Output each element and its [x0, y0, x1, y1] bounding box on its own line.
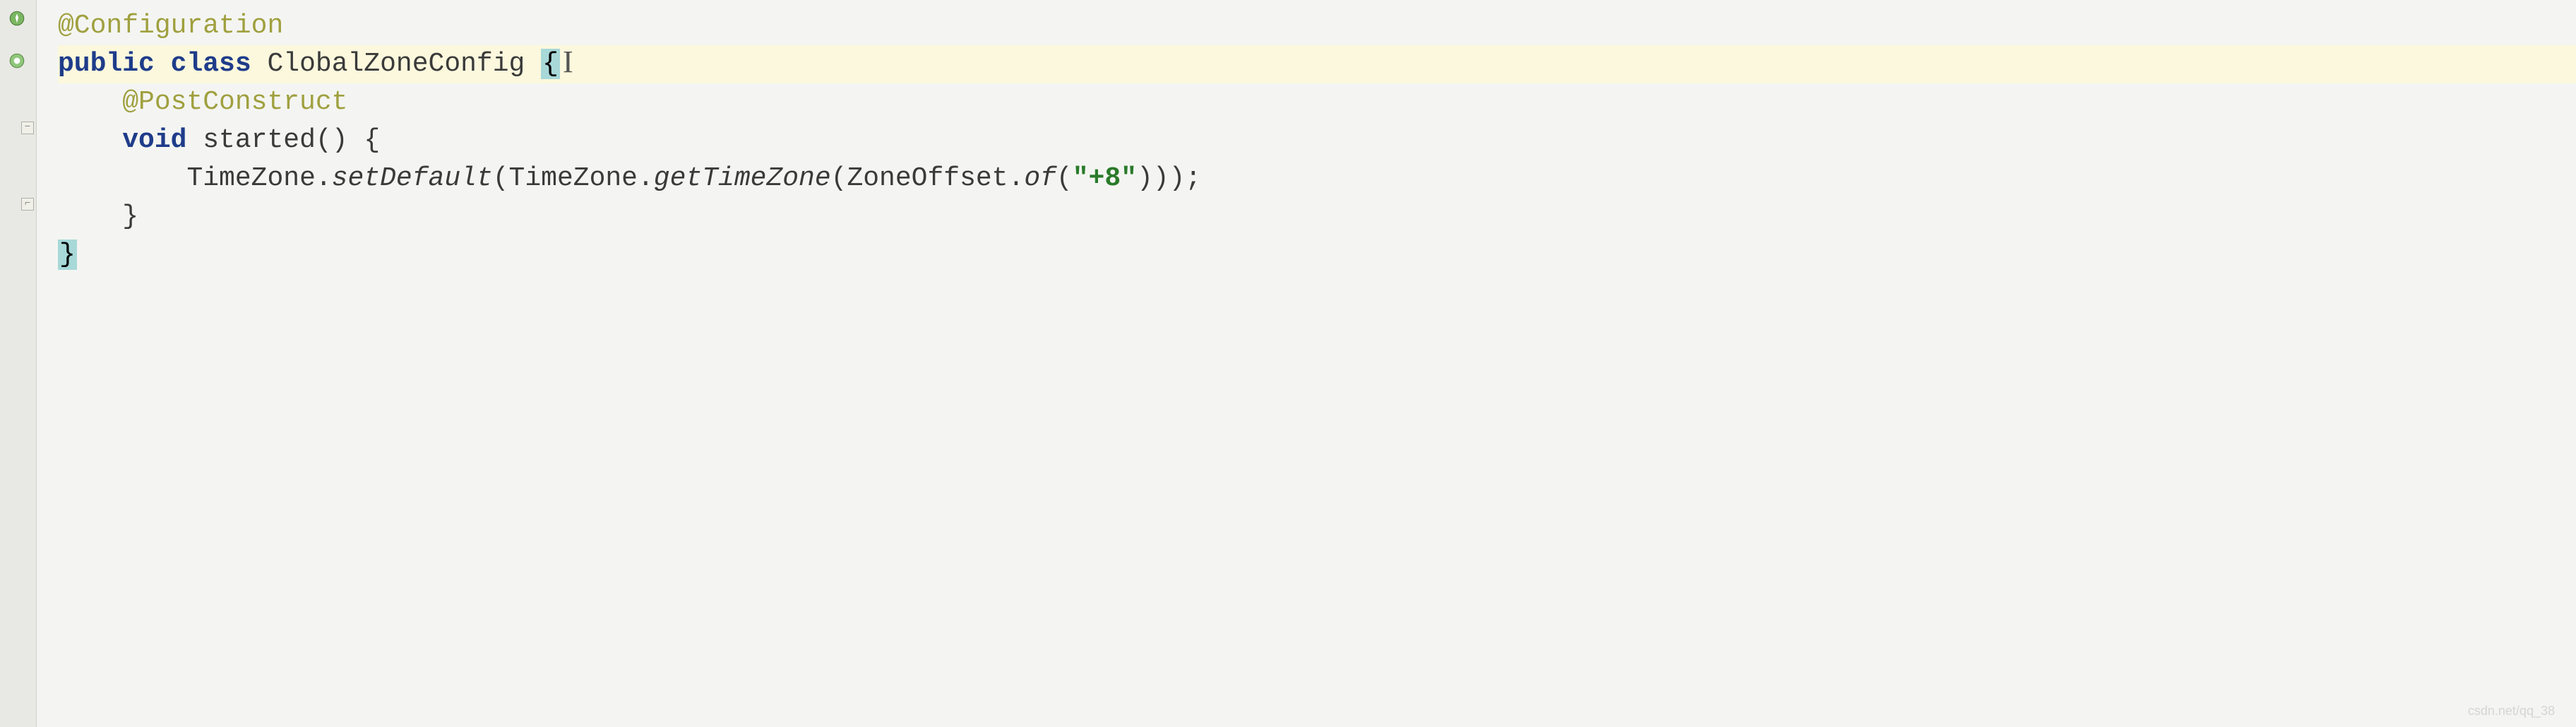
- code-line-7: }: [58, 236, 2576, 274]
- matching-brace-close: }: [58, 240, 77, 270]
- class-name: ClobalZoneConfig: [267, 49, 525, 79]
- keyword-class: class: [171, 49, 251, 79]
- keyword-void: void: [122, 125, 186, 155]
- annotation-configuration: @Configuration: [58, 11, 283, 41]
- code-line-2: public class ClobalZoneConfig {: [58, 45, 2576, 83]
- code-line-3: @PostConstruct: [58, 83, 2576, 122]
- of-method: of: [1024, 163, 1056, 194]
- fold-bracket-icon[interactable]: ⌐: [21, 198, 34, 211]
- code-line-5: TimeZone.setDefault(TimeZone.getTimeZone…: [58, 160, 2576, 198]
- matching-brace-open: {: [541, 49, 560, 79]
- timezone-class-2: TimeZone: [509, 163, 638, 194]
- text-cursor-icon: I: [563, 44, 566, 75]
- string-literal: "+8": [1073, 163, 1137, 194]
- zoneoffset-class: ZoneOffset: [847, 163, 1008, 194]
- annotation-postconstruct: @PostConstruct: [122, 87, 347, 117]
- method-parens: (): [316, 125, 348, 155]
- method-name-started: started: [203, 125, 316, 155]
- gutter-config-icon[interactable]: [6, 7, 28, 30]
- brace: {: [364, 125, 380, 155]
- keyword-public: public: [58, 49, 155, 79]
- editor-gutter: − ⌐: [0, 0, 37, 727]
- fold-minus-icon[interactable]: −: [21, 122, 34, 134]
- timezone-class: TimeZone: [186, 163, 315, 194]
- watermark-text: csdn.net/qq_38: [2468, 704, 2555, 719]
- code-editor[interactable]: @Configuration public class ClobalZoneCo…: [37, 0, 2576, 727]
- code-line-4: void started() {: [58, 122, 2576, 160]
- code-line-1: @Configuration: [58, 7, 2576, 45]
- code-line-6: }: [58, 198, 2576, 236]
- gutter-bean-icon[interactable]: [6, 49, 28, 72]
- closing-parens: )));: [1137, 163, 1201, 194]
- gettimezone-method: getTimeZone: [654, 163, 831, 194]
- brace-close: }: [122, 201, 138, 232]
- setdefault-method: setDefault: [332, 163, 493, 194]
